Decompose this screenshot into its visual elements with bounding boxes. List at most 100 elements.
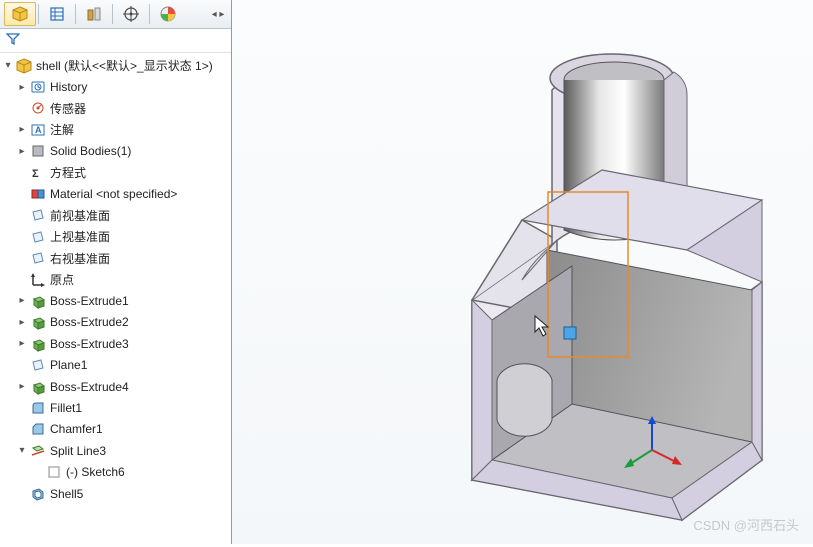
tree-item-label: 方程式 [50, 164, 86, 181]
tab-feature-manager[interactable] [4, 2, 36, 26]
tree-item[interactable]: ▸ Boss-Extrude1 [0, 290, 231, 311]
tree-item[interactable]: 原点 [0, 269, 231, 290]
expand-toggle[interactable]: ▸ [16, 81, 28, 93]
expand-toggle[interactable]: ▸ [16, 381, 28, 393]
solid-icon [30, 143, 46, 159]
expand-toggle [32, 466, 44, 478]
expand-toggle[interactable]: ▸ [16, 145, 28, 157]
extrude-icon [30, 314, 46, 330]
tree-item-label: Plane1 [50, 358, 87, 372]
filter-row [0, 29, 231, 53]
sketch-icon [46, 464, 62, 480]
tree-item-label: Boss-Extrude4 [50, 380, 129, 394]
part-icon [16, 58, 32, 74]
toolbar-overflow[interactable]: ◂ ▸ [209, 2, 227, 26]
chamfer-icon [30, 421, 46, 437]
sensor-icon [30, 100, 46, 116]
tree-item[interactable]: ▸ A 注解 [0, 119, 231, 140]
tree-item-label: Boss-Extrude3 [50, 337, 129, 351]
feature-tree[interactable]: ▾ shell (默认<<默认>_显示状态 1>) ▸ History 传感器 ▸ A注… [0, 53, 231, 544]
expand-toggle [16, 102, 28, 114]
tree-item-label: 传感器 [50, 100, 86, 117]
watermark: CSDN @河西石头 [693, 515, 799, 534]
annotation-icon: A [30, 122, 46, 138]
tab-property-manager[interactable] [41, 2, 73, 26]
plane-icon [30, 250, 46, 266]
fillet-icon [30, 400, 46, 416]
tree-item[interactable]: Fillet1 [0, 397, 231, 418]
tree-item[interactable]: Material <not specified> [0, 183, 231, 204]
tree-item-label: (-) Sketch6 [66, 465, 125, 479]
model-render [232, 0, 813, 544]
expand-toggle [16, 359, 28, 371]
svg-text:A: A [35, 125, 42, 135]
tab-toolbar: ◂ ▸ [0, 0, 231, 29]
tree-item-label: Shell5 [50, 487, 83, 501]
origin-icon [30, 272, 46, 288]
expand-toggle [16, 231, 28, 243]
expand-toggle [16, 402, 28, 414]
tree-item[interactable]: ▾ Split Line3 [0, 440, 231, 461]
plane-icon [30, 229, 46, 245]
tree-item[interactable]: 前视基准面 [0, 205, 231, 226]
expand-toggle [16, 167, 28, 179]
tree-item[interactable]: Σ 方程式 [0, 162, 231, 183]
tree-item-label: Split Line3 [50, 444, 106, 458]
config-icon [85, 5, 103, 23]
tab-display-manager[interactable] [152, 2, 184, 26]
tree-item-label: History [50, 80, 87, 94]
feature-tree-panel: ◂ ▸ ▾ shell (默认<<默认>_显示状态 1>) ▸ History 传感… [0, 0, 232, 544]
tree-item[interactable]: 传感器 [0, 98, 231, 119]
expand-toggle[interactable]: ▸ [16, 338, 28, 350]
graphics-viewport[interactable]: CSDN @河西石头 [232, 0, 813, 544]
target-icon [122, 5, 140, 23]
tree-root-label: shell (默认<<默认>_显示状态 1>) [36, 57, 213, 74]
expand-toggle [16, 252, 28, 264]
expand-toggle[interactable]: ▸ [16, 124, 28, 136]
face-handle [564, 327, 576, 339]
expand-toggle [16, 274, 28, 286]
tree-item-label: Boss-Extrude1 [50, 294, 129, 308]
tree-item-label: Chamfer1 [50, 422, 103, 436]
tree-root[interactable]: ▾ shell (默认<<默认>_显示状态 1>) [0, 55, 231, 76]
expand-toggle [16, 423, 28, 435]
tab-config-manager[interactable] [78, 2, 110, 26]
expand-toggle [16, 188, 28, 200]
tree-item[interactable]: ▸ Boss-Extrude2 [0, 312, 231, 333]
tree-item[interactable]: Chamfer1 [0, 419, 231, 440]
tree-item-label: Solid Bodies(1) [50, 144, 131, 158]
expand-toggle[interactable]: ▸ [16, 295, 28, 307]
tree-item-label: Boss-Extrude2 [50, 315, 129, 329]
extrude-icon [30, 293, 46, 309]
tree-item[interactable]: ▸ Solid Bodies(1) [0, 141, 231, 162]
filter-icon[interactable] [6, 32, 20, 49]
tree-item-label: Material <not specified> [50, 187, 177, 201]
tree-item[interactable]: ▸ History [0, 76, 231, 97]
expand-toggle[interactable]: ▾ [16, 445, 28, 457]
extrude-icon [30, 379, 46, 395]
history-icon [30, 79, 46, 95]
expand-toggle [16, 209, 28, 221]
tree-item-label: 注解 [50, 121, 74, 138]
plane-icon [30, 207, 46, 223]
plane-icon [30, 357, 46, 373]
tree-item-label: 前视基准面 [50, 207, 110, 224]
tree-item[interactable]: ▸ Boss-Extrude3 [0, 333, 231, 354]
material-icon [30, 186, 46, 202]
tree-item[interactable]: ▸ Boss-Extrude4 [0, 376, 231, 397]
tree-item[interactable]: (-) Sketch6 [0, 461, 231, 482]
tree-item[interactable]: 上视基准面 [0, 226, 231, 247]
tree-item[interactable]: 右视基准面 [0, 248, 231, 269]
extrude-icon [30, 336, 46, 352]
property-icon [48, 5, 66, 23]
tab-dimxpert[interactable] [115, 2, 147, 26]
split-icon [30, 443, 46, 459]
cube-gold-icon [11, 5, 29, 23]
tree-item[interactable]: Shell5 [0, 483, 231, 504]
tree-item[interactable]: Plane1 [0, 354, 231, 375]
expand-toggle[interactable]: ▾ [2, 60, 14, 72]
tree-item-label: Fillet1 [50, 401, 82, 415]
svg-text:Σ: Σ [32, 168, 39, 180]
expand-toggle[interactable]: ▸ [16, 316, 28, 328]
equation-icon: Σ [30, 165, 46, 181]
